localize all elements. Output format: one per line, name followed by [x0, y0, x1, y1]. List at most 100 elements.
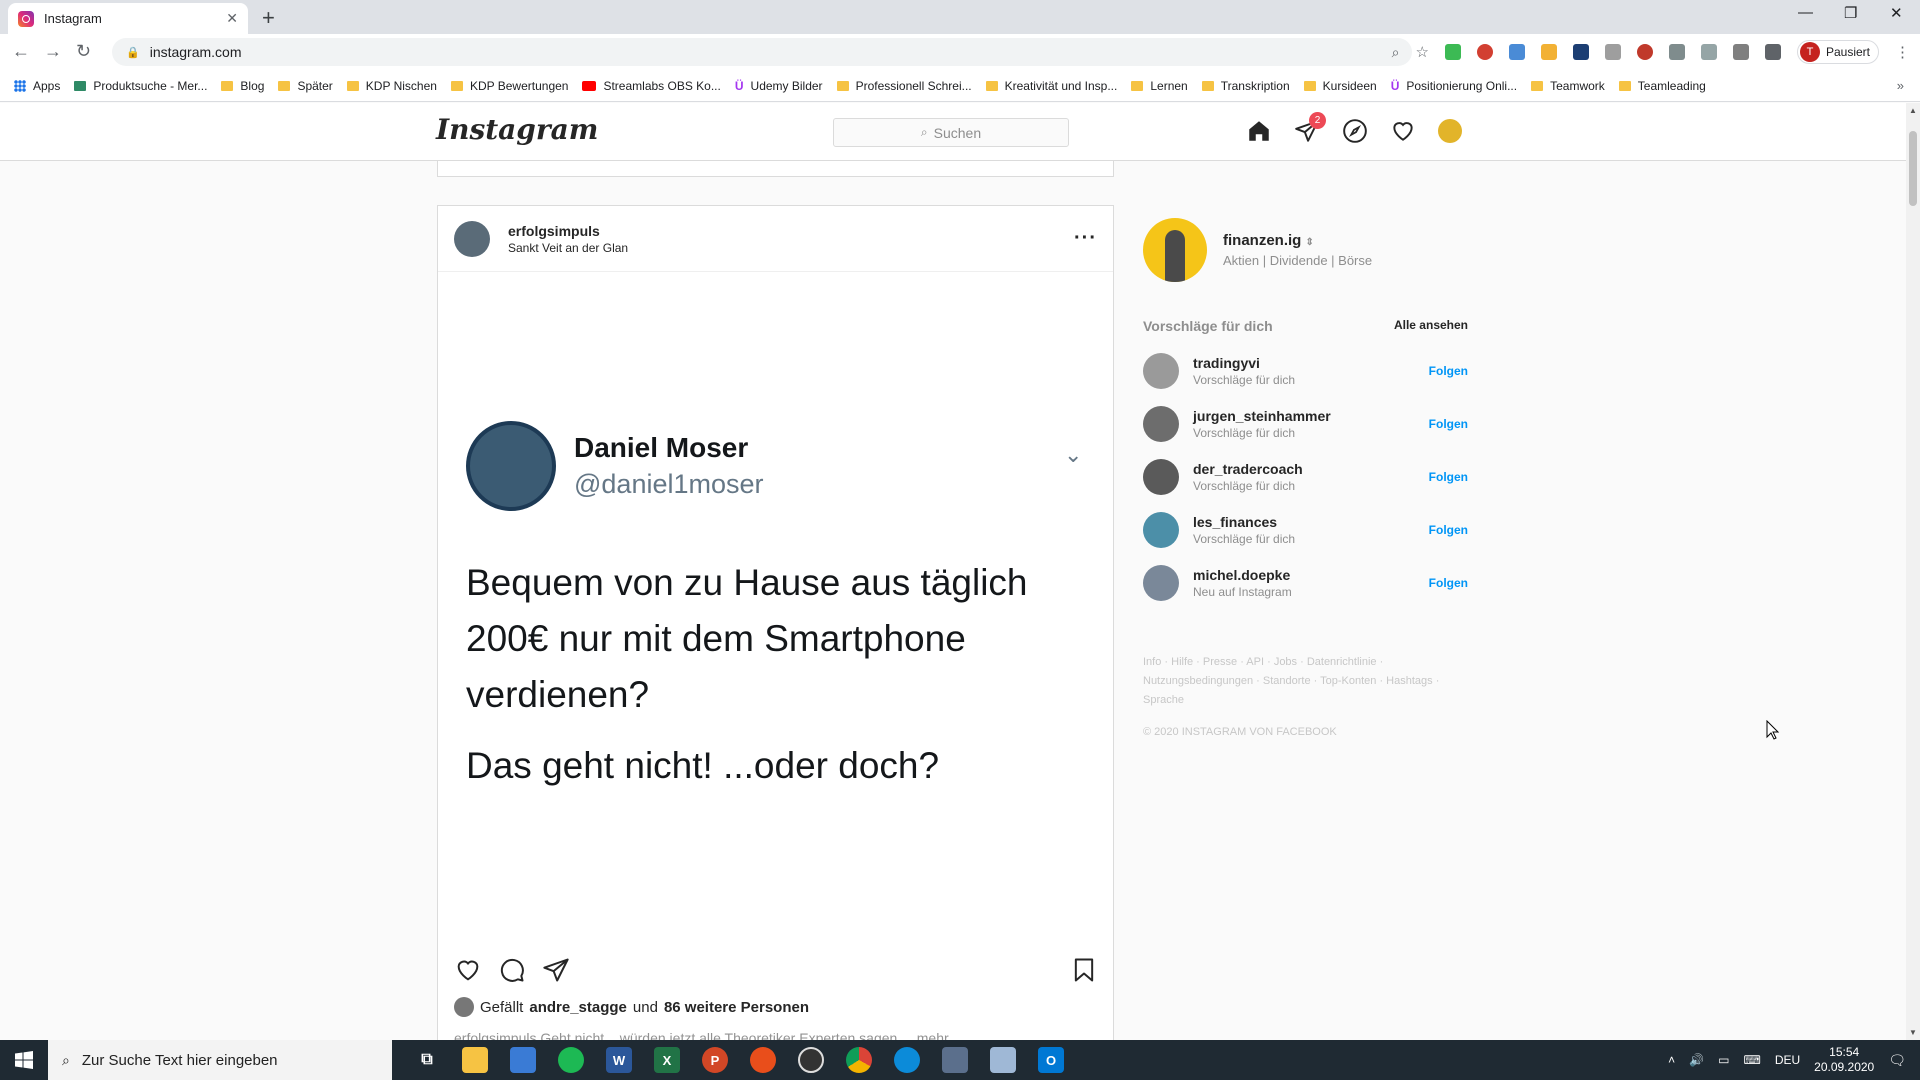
like-heart-icon[interactable] [454, 956, 482, 984]
bookmark-item[interactable]: Ü Positionierung Onli... [1391, 79, 1517, 93]
post-options-icon[interactable]: ··· [1074, 227, 1097, 250]
post-username[interactable]: erfolgsimpuls [508, 223, 628, 239]
home-icon[interactable] [1246, 118, 1272, 144]
restore-window-icon[interactable]: ❐ [1844, 4, 1857, 22]
search-input[interactable]: ⌕ Suchen [833, 118, 1069, 147]
close-tab-icon[interactable]: ✕ [226, 10, 238, 27]
post-location[interactable]: Sankt Veit an der Glan [508, 241, 628, 255]
extension-icon[interactable] [1700, 44, 1717, 60]
account-username[interactable]: finanzen.ig ⇕ [1223, 232, 1372, 249]
chevron-up-icon[interactable]: ˄ [1668, 1053, 1675, 1067]
new-tab-icon[interactable]: + [262, 5, 275, 31]
footer-links[interactable]: Info · Hilfe · Presse · API · Jobs · Dat… [1143, 653, 1443, 710]
clock[interactable]: 15:54 20.09.2020 [1814, 1045, 1874, 1075]
account-avatar[interactable] [1143, 218, 1207, 282]
bookmarks-overflow-icon[interactable]: » [1897, 78, 1904, 93]
likes-count-link[interactable]: 86 weitere Personen [664, 999, 809, 1016]
follow-button[interactable]: Folgen [1429, 523, 1468, 537]
excel-icon[interactable]: X [654, 1047, 680, 1073]
browser-tab-instagram[interactable]: Instagram ✕ [8, 3, 248, 34]
bookmark-item[interactable]: Teamwork [1531, 79, 1605, 93]
file-explorer-icon[interactable] [462, 1047, 488, 1073]
liker-username[interactable]: andre_stagge [529, 999, 627, 1016]
switch-account-icon[interactable]: ⇕ [1306, 237, 1314, 248]
powerpoint-icon[interactable]: P [702, 1047, 728, 1073]
notifications-icon[interactable]: 🗨 [1888, 1052, 1906, 1069]
suggestion-avatar[interactable] [1143, 564, 1179, 601]
suggestion-avatar[interactable] [1143, 405, 1179, 442]
bookmark-item[interactable]: Produktsuche - Mer... [74, 79, 207, 93]
edge-icon[interactable] [894, 1047, 920, 1073]
bookmark-item[interactable]: Kursideen [1303, 79, 1377, 93]
extension-icon[interactable] [1572, 44, 1589, 60]
windows-start-icon[interactable] [0, 1040, 48, 1080]
follow-button[interactable]: Folgen [1429, 417, 1468, 431]
share-icon[interactable] [542, 956, 570, 984]
spotify-icon[interactable] [558, 1047, 584, 1073]
bookmark-item[interactable]: Apps [14, 79, 60, 93]
outlook-icon[interactable]: O [1038, 1047, 1064, 1073]
bookmark-item[interactable]: Kreativität und Insp... [985, 79, 1117, 93]
browser-menu-icon[interactable]: ⋮ [1895, 43, 1910, 61]
task-view-icon[interactable]: ⧉ [414, 1047, 440, 1073]
bookmark-item[interactable]: Streamlabs OBS Ko... [582, 79, 721, 93]
extension-icon[interactable] [1444, 44, 1461, 60]
back-icon[interactable]: ← [12, 41, 30, 62]
extension-icon[interactable] [1476, 44, 1493, 60]
app-icon[interactable] [750, 1047, 776, 1073]
extension-icon[interactable] [1604, 44, 1621, 60]
post-author-avatar[interactable] [454, 220, 490, 257]
suggestion-avatar[interactable] [1143, 458, 1179, 495]
suggestion-avatar[interactable] [1143, 352, 1179, 389]
follow-button[interactable]: Folgen [1429, 364, 1468, 378]
bookmark-item[interactable]: Teamleading [1618, 79, 1706, 93]
follow-button[interactable]: Folgen [1429, 576, 1468, 590]
address-bar[interactable]: 🔒 instagram.com [112, 38, 1412, 66]
bookmark-item[interactable]: Ü Udemy Bilder [735, 79, 823, 93]
forward-icon[interactable]: → [44, 41, 62, 62]
profile-button[interactable]: T Pausiert [1796, 40, 1879, 64]
bookmark-item[interactable]: Professionell Schrei... [836, 79, 972, 93]
post-image[interactable]: Daniel Moser @daniel1moser ⌄ Bequem von … [438, 272, 1113, 949]
extension-icon[interactable] [1540, 44, 1557, 60]
suggestion-username[interactable]: der_tradercoach [1193, 461, 1303, 477]
follow-button[interactable]: Folgen [1429, 470, 1468, 484]
comment-icon[interactable] [498, 956, 526, 984]
minimize-window-icon[interactable]: — [1798, 4, 1813, 21]
app-icon[interactable] [942, 1047, 968, 1073]
suggestion-username[interactable]: michel.doepke [1193, 567, 1292, 583]
taskbar-search-input[interactable]: ⌕ Zur Suche Text hier eingeben [48, 1040, 392, 1080]
bookmark-item[interactable]: Später [278, 79, 333, 93]
scroll-up-icon[interactable]: ▲ [1909, 106, 1917, 115]
direct-messages-icon[interactable]: 2 [1294, 112, 1326, 144]
adblock-icon[interactable] [1636, 44, 1653, 60]
app-icon[interactable] [990, 1047, 1016, 1073]
reload-icon[interactable]: ↻ [76, 41, 91, 62]
profile-avatar[interactable] [1438, 119, 1462, 143]
word-icon[interactable]: W [606, 1047, 632, 1073]
extension-icon[interactable] [1508, 44, 1525, 60]
extension-icon[interactable] [1732, 44, 1749, 60]
zoom-icon[interactable]: ⌕ [1392, 44, 1400, 61]
extension-icon[interactable] [1668, 44, 1685, 60]
bookmark-item[interactable]: KDP Nischen [346, 79, 437, 93]
bookmark-item[interactable]: Transkription [1201, 79, 1290, 93]
suggestion-username[interactable]: les_finances [1193, 514, 1295, 530]
keyboard-icon[interactable]: ⌨ [1743, 1053, 1760, 1067]
scrollbar-thumb[interactable] [1909, 131, 1917, 206]
extensions-puzzle-icon[interactable] [1764, 44, 1781, 60]
see-all-link[interactable]: Alle ansehen [1394, 318, 1468, 334]
obs-icon[interactable] [798, 1047, 824, 1073]
suggestion-username[interactable]: tradingyvi [1193, 355, 1295, 371]
bookmark-item[interactable]: KDP Bewertungen [450, 79, 568, 93]
suggestion-username[interactable]: jurgen_steinhammer [1193, 408, 1331, 424]
page-scrollbar[interactable]: ▲ ▼ [1906, 103, 1920, 1040]
input-language[interactable]: DEU [1775, 1053, 1800, 1067]
bookmark-item[interactable]: Blog [221, 79, 264, 93]
volume-icon[interactable]: 🔊 [1689, 1053, 1704, 1067]
mail-icon[interactable] [510, 1047, 536, 1073]
suggestion-avatar[interactable] [1143, 511, 1179, 548]
chrome-icon[interactable] [846, 1047, 872, 1073]
explore-icon[interactable] [1342, 118, 1368, 144]
bookmark-item[interactable]: Lernen [1131, 79, 1188, 93]
